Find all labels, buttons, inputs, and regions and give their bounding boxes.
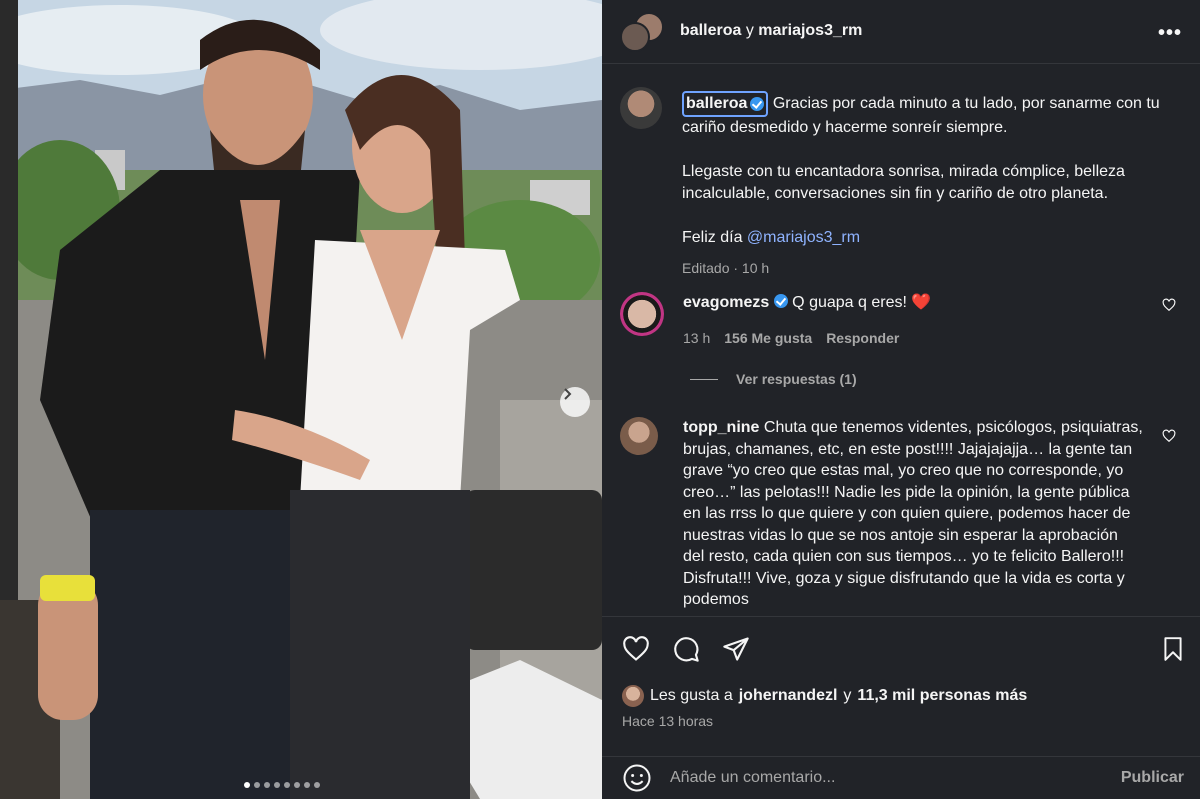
avatar-balleroa[interactable] [620,22,650,52]
send-icon [723,637,749,661]
caption-paragraph-3: Feliz día @mariajos3_rm [682,227,1162,249]
view-replies-label: Ver respuestas (1) [736,371,857,387]
replies-divider [690,378,718,380]
comment-avatar[interactable] [620,292,664,336]
carousel-next-button[interactable] [560,387,590,417]
emoji-icon [623,764,651,792]
caption-para3-prefix: Feliz día [682,229,747,246]
comment-body: topp_nine Chuta que tenemos videntes, ps… [683,417,1143,611]
comment-like-heart-icon[interactable] [1162,298,1176,312]
caption-paragraph-2: Llegaste con tu encantadora sonrisa, mir… [682,163,1125,202]
likes-summary: Les gusta a johernandezl y 11,3 mil pers… [622,685,1027,707]
carousel-dot [284,782,290,788]
likes-joiner: y [843,687,852,704]
reply-button[interactable]: Responder [826,328,899,350]
comment-likes-link[interactable]: 156 Me gusta [724,328,812,350]
emoji-button[interactable] [622,763,652,798]
carousel-dot [304,782,310,788]
author-link-balleroa[interactable]: balleroa [680,22,741,39]
carousel-dot [244,782,250,788]
heart-icon [623,636,649,661]
comment-composer: Publicar [602,756,1200,799]
carousel-dot [294,782,300,788]
save-button[interactable] [1160,635,1186,668]
comment-button[interactable] [672,635,700,668]
comment-time: 13 h [683,329,711,346]
verified-badge-icon [773,294,788,308]
caption-meta: Editado · 10 h [682,260,770,276]
caption-text: balleroa Gracias por cada minuto a tu la… [682,91,1162,279]
publish-button[interactable]: Publicar [1121,769,1184,787]
chevron-right-icon [564,388,572,400]
comment-text: Chuta que tenemos videntes, psicólogos, … [683,419,1143,608]
caption-avatar[interactable] [620,87,662,129]
likes-prefix: Les gusta a [650,687,733,704]
comment-avatar[interactable] [620,417,658,455]
view-replies-button[interactable]: Ver respuestas (1) [690,371,857,387]
post-timestamp[interactable]: Hace 13 horas [622,713,713,729]
share-button[interactable] [722,635,750,668]
liker-username-link[interactable]: johernandezl [739,687,838,705]
photo-illustration [0,0,602,799]
comment-username[interactable]: topp_nine [683,419,759,436]
caption-username-link[interactable]: balleroa [682,91,769,117]
comment-input[interactable] [670,765,1090,791]
action-icons [622,635,750,668]
comments-scroll-area[interactable]: balleroa Gracias por cada minuto a tu la… [602,65,1200,616]
like-button[interactable] [622,635,650,668]
comment-like-heart-icon[interactable] [1162,429,1176,443]
collab-avatars[interactable] [620,12,664,52]
authors-joiner: y [745,22,754,39]
comment-text: Q guapa q eres! ❤️ [792,294,932,311]
post-header: balleroa y mariajos3_rm ••• [602,0,1200,64]
carousel-dot [274,782,280,788]
post-actions: Les gusta a johernandezl y 11,3 mil pers… [602,616,1200,766]
verified-badge-icon [750,97,765,111]
post-side-panel: balleroa y mariajos3_rm ••• balleroa Gra… [602,0,1200,799]
comment-body: evagomezs Q guapa q eres! ❤️ 13 h 156 Me… [683,292,1133,349]
carousel-dots [244,782,320,788]
more-options-button[interactable]: ••• [1158,22,1182,45]
caption-username: balleroa [686,95,748,112]
comment-icon [674,637,699,662]
author-link-mariajos3[interactable]: mariajos3_rm [758,22,862,39]
post-authors: balleroa y mariajos3_rm [680,22,862,40]
comment-username[interactable]: evagomezs [683,294,769,311]
carousel-dot [264,782,270,788]
post-photo[interactable] [0,0,602,799]
mention-link[interactable]: @mariajos3_rm [747,229,860,246]
comment-meta: 13 h 156 Me gusta Responder [683,328,1133,350]
carousel-dot [254,782,260,788]
likes-count-link[interactable]: 11,3 mil personas más [857,687,1027,705]
bookmark-icon [1164,637,1182,661]
carousel-dot [314,782,320,788]
liker-avatar[interactable] [622,685,644,707]
more-horizontal-icon: ••• [1157,22,1182,44]
